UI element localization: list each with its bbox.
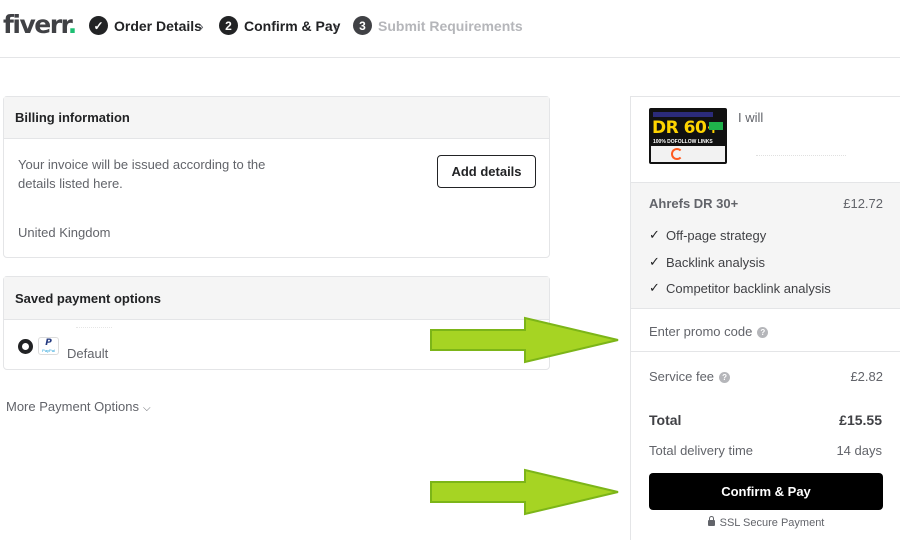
promo-code-link[interactable]: Enter promo code? [649, 324, 769, 339]
lock-icon [707, 516, 715, 526]
billing-country: United Kingdom [18, 225, 111, 240]
check-icon: ✓ [649, 227, 660, 242]
step-number: 2 [219, 16, 238, 35]
order-summary: DR 60+ 100% DOFOLLOW LINKS I will Ahrefs… [630, 96, 900, 540]
step-confirm-pay: 2 Confirm & Pay [219, 16, 340, 35]
annotation-arrow-icon [430, 468, 619, 516]
redacted-gig-title [756, 155, 846, 157]
default-label: Default [67, 346, 109, 361]
package-details: Ahrefs DR 30+ £12.72 ✓ Off-page strategy … [631, 183, 900, 309]
feature-item: ✓ Backlink analysis [649, 254, 765, 270]
check-icon: ✓ [649, 254, 660, 269]
service-fee-row: Service fee? £2.82 [631, 351, 900, 401]
check-icon: ✓ [89, 16, 108, 35]
confirm-pay-button[interactable]: Confirm & Pay [649, 473, 883, 510]
fiverr-logo[interactable]: fiverr. [3, 10, 77, 39]
billing-card: Billing information Your invoice will be… [3, 96, 550, 258]
more-payment-options-link[interactable]: More Payment Options ⌵ [6, 399, 151, 414]
payment-options-title: Saved payment options [4, 277, 549, 320]
add-details-button[interactable]: Add details [437, 155, 536, 188]
billing-title: Billing information [4, 97, 549, 139]
step-label: Order Details [114, 17, 202, 34]
invoice-text: Your invoice will be issued according to… [18, 157, 266, 191]
ssl-secure-note: SSL Secure Payment [631, 516, 900, 529]
more-options-label: More Payment Options [6, 399, 139, 414]
total-label: Total [649, 412, 682, 428]
step-order-details[interactable]: ✓ Order Details [89, 16, 202, 35]
checkout-header: fiverr. ✓ Order Details › 2 Confirm & Pa… [0, 0, 900, 58]
gig-overview: DR 60+ 100% DOFOLLOW LINKS I will [631, 97, 900, 183]
step-label: Submit Requirements [378, 17, 523, 34]
chevron-down-icon: ⌵ [142, 403, 151, 414]
delivery-time-value: 14 days [836, 443, 882, 458]
gig-title: I will [738, 110, 764, 125]
help-icon[interactable]: ? [719, 372, 731, 383]
package-name: Ahrefs DR 30+ [649, 196, 739, 211]
gig-thumbnail[interactable]: DR 60+ 100% DOFOLLOW LINKS [649, 108, 727, 164]
chevron-right-icon: › [199, 18, 204, 34]
package-price: £12.72 [843, 196, 883, 211]
check-icon: ✓ [649, 280, 660, 295]
help-icon[interactable]: ? [757, 327, 769, 338]
paypal-icon: P PayPal [38, 337, 59, 355]
service-fee-label: Service fee? [649, 369, 731, 384]
delivery-time-label: Total delivery time [649, 443, 754, 458]
chevron-right-icon: › [334, 18, 339, 34]
step-label: Confirm & Pay [244, 17, 341, 34]
redacted-account [76, 327, 112, 330]
feature-item: ✓ Competitor backlink analysis [649, 280, 831, 296]
service-fee-value: £2.82 [850, 369, 883, 384]
step-number: 3 [353, 16, 372, 35]
payment-radio[interactable] [18, 339, 33, 354]
feature-item: ✓ Off-page strategy [649, 227, 767, 243]
annotation-arrow-icon [430, 316, 619, 364]
total-value: £15.55 [839, 412, 882, 428]
step-submit-requirements: 3 Submit Requirements [353, 16, 523, 35]
